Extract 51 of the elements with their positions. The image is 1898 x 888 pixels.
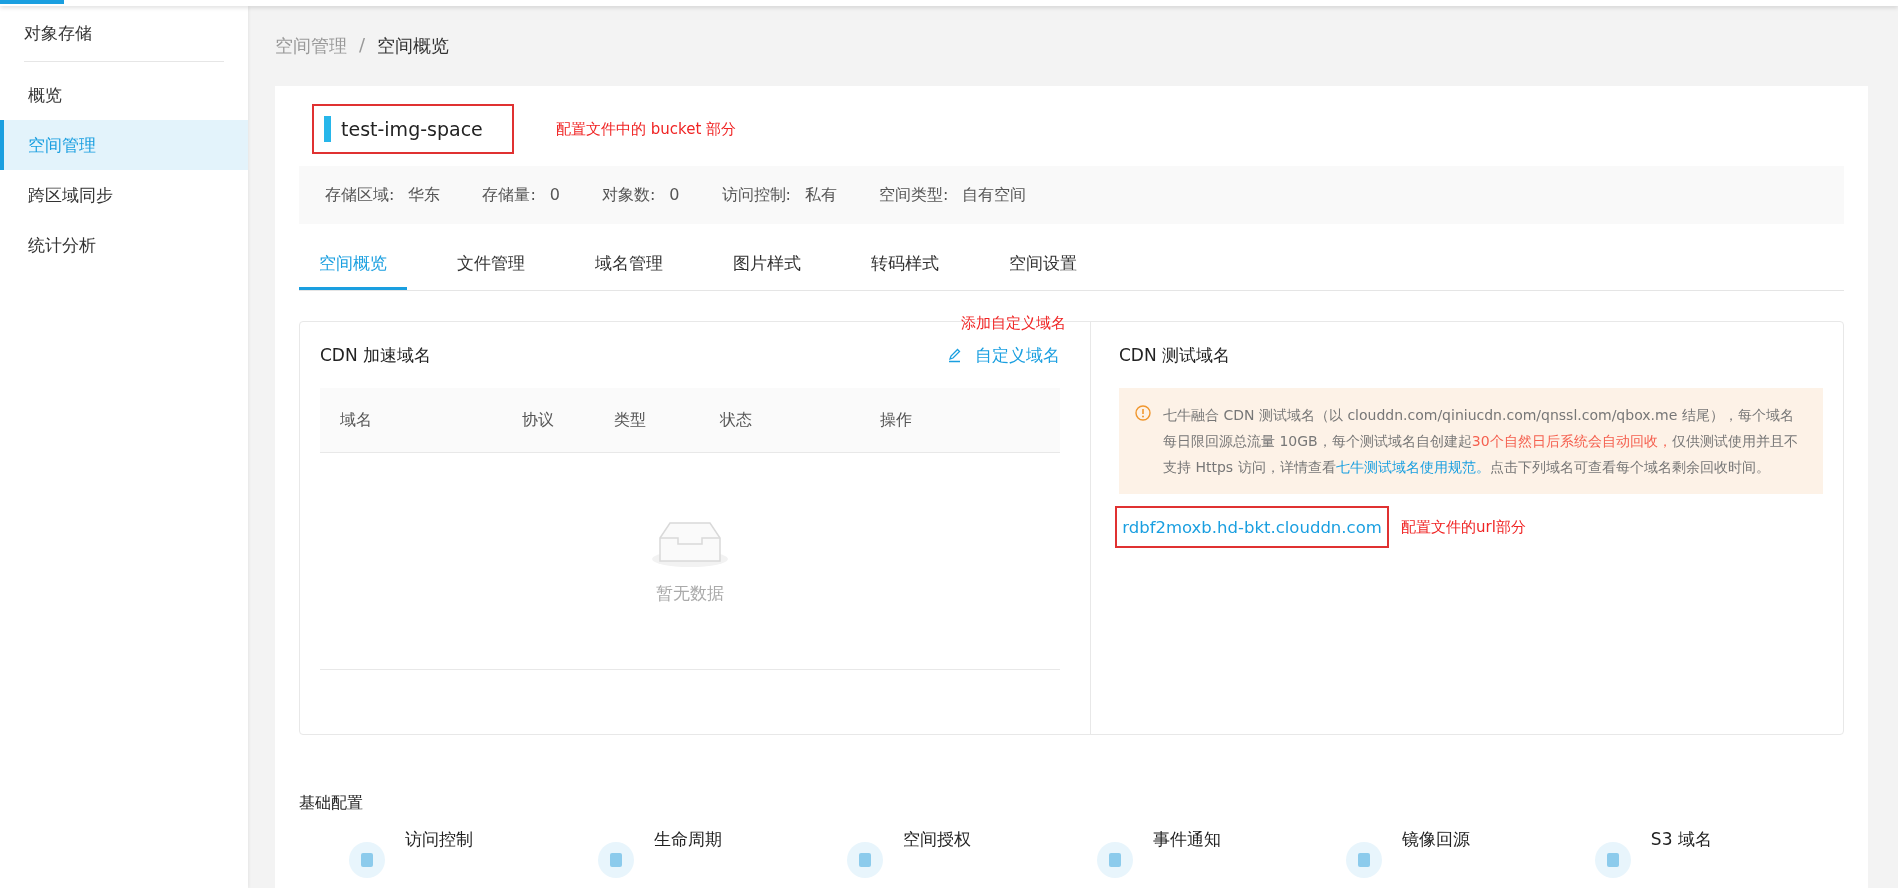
sidebar-item[interactable]: 统计分析 — [0, 220, 248, 270]
edit-icon — [947, 347, 963, 363]
config-title[interactable]: 生命周期 — [654, 828, 723, 851]
empty-text: 暂无数据 — [656, 581, 724, 605]
info-label: 访问控制: — [721, 184, 791, 206]
sidebar-title: 对象存储 — [23, 22, 93, 45]
annotation-text: 配置文件中的 bucket 部分 — [556, 119, 737, 139]
config-icon — [1594, 842, 1631, 878]
config-icon — [847, 842, 884, 878]
info-value: 自有空间 — [962, 184, 1027, 206]
info-label: 存储区域: — [325, 184, 395, 206]
tab[interactable]: 转码样式 — [851, 252, 959, 290]
info-value: 0 — [549, 184, 560, 206]
column-header: 协议 — [522, 409, 554, 431]
config-icon — [1096, 842, 1133, 878]
info-label: 存储量: — [482, 184, 536, 206]
config-title[interactable]: 空间授权 — [903, 828, 972, 851]
sidebar-item[interactable]: 跨区域同步 — [0, 170, 248, 220]
column-header: 类型 — [614, 409, 646, 431]
info-value: 华东 — [408, 184, 441, 206]
warning-icon — [1135, 405, 1151, 421]
breadcrumb-separator: / — [359, 34, 366, 57]
config-title[interactable]: 事件通知 — [1152, 828, 1221, 851]
annotation-text: 添加自定义域名 — [961, 314, 1066, 333]
top-accent-bar — [0, 0, 64, 4]
tab[interactable]: 域名管理 — [575, 252, 683, 290]
section-title: CDN 加速域名 — [320, 343, 433, 367]
tab[interactable]: 图片样式 — [713, 252, 821, 290]
info-value: 私有 — [804, 184, 837, 206]
info-value: 0 — [669, 184, 680, 206]
info-label: 空间类型: — [878, 184, 949, 206]
sidebar-item[interactable]: 概览 — [0, 70, 248, 120]
breadcrumb-item: 空间概览 — [377, 34, 450, 58]
config-title[interactable]: 访问控制 — [405, 828, 473, 851]
title-marker — [324, 116, 331, 142]
config-icon — [349, 842, 385, 878]
column-header: 操作 — [880, 409, 912, 431]
config-title[interactable]: 镜像回源 — [1401, 828, 1470, 851]
notice-text: 七牛融合 CDN 测试域名（以 clouddn.com/qiniucdn.com/qnssl.com/qbox.me 结尾），每个域名每日限回源总流量 10GB，每个测试域名自创建起30个自然日后系统会自动回收，仅供测试使用并且不支持 Https 访问，详情查看七牛测试域名使用规范。点击下列域名可查看每个域名剩余回收时间。 — [1163, 406, 1799, 477]
section-title: 基础配置 — [299, 793, 364, 814]
tab[interactable]: 文件管理 — [437, 252, 545, 290]
config-icon — [1345, 842, 1382, 878]
config-icon — [598, 842, 635, 878]
config-title[interactable]: S3 域名 — [1650, 828, 1712, 851]
tab[interactable]: 空间设置 — [989, 252, 1097, 290]
annotation-text: 配置文件的url部分 — [1401, 517, 1526, 537]
column-header: 状态 — [720, 409, 752, 431]
bucket-name: test-img-space — [341, 118, 483, 140]
info-label: 对象数: — [601, 184, 656, 206]
column-header: 域名 — [340, 409, 372, 431]
section-title: CDN 测试域名 — [1119, 344, 1232, 367]
